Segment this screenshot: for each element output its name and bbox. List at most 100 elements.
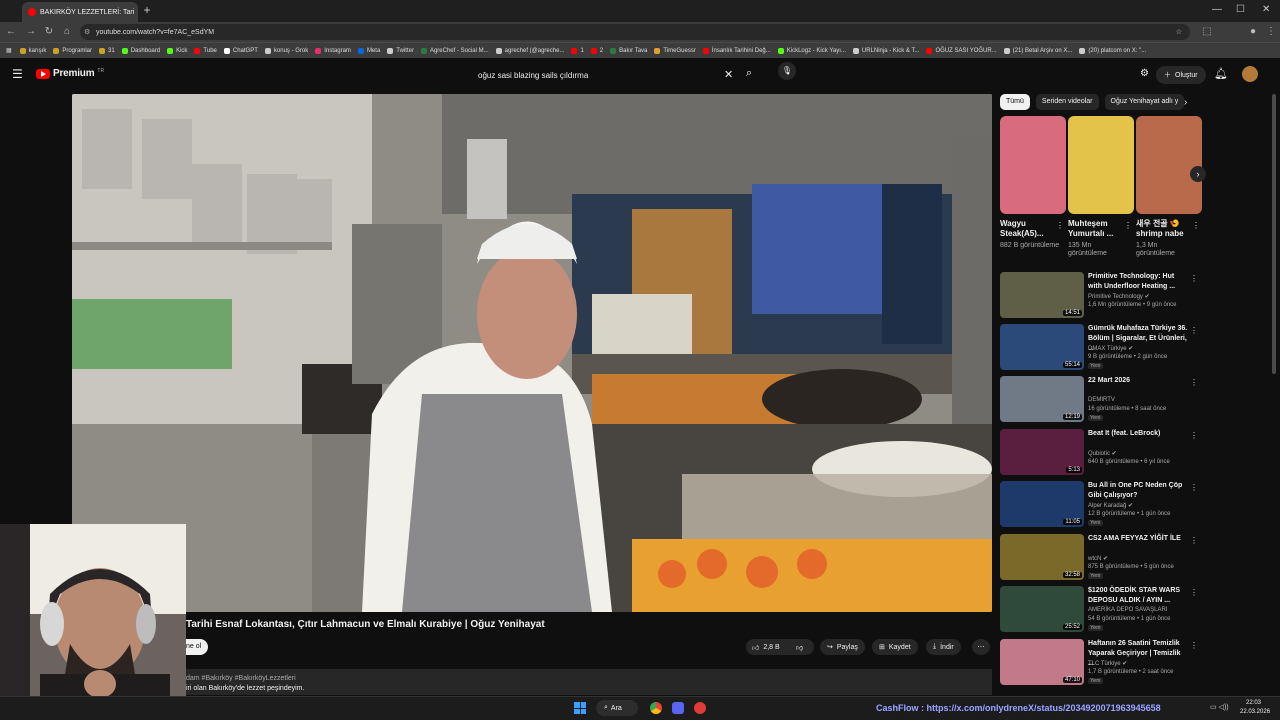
filter-chip[interactable]: Tümü: [1000, 94, 1030, 110]
browser-menu-icon[interactable]: ⋮: [1264, 26, 1278, 37]
bookmark-item[interactable]: İnsanlık Tarihini Değ...: [702, 47, 771, 54]
clock-date[interactable]: 22.03.2026: [1240, 709, 1270, 715]
bookmark-item[interactable]: agrechef (@agreche...: [495, 47, 564, 54]
minimize-icon[interactable]: —: [1212, 4, 1222, 15]
bookmark-item[interactable]: URLNinja - Kick & T...: [852, 47, 919, 54]
bookmark-item[interactable]: Tube: [194, 47, 217, 54]
reload-icon[interactable]: ↻: [42, 26, 56, 37]
bookmark-item[interactable]: Bakır Tava: [610, 47, 647, 54]
video-player[interactable]: [72, 94, 992, 612]
recommendation-thumbnail[interactable]: 12:19: [1000, 376, 1084, 422]
bookmark-item[interactable]: TimeGuessr: [654, 47, 696, 54]
bookmark-item[interactable]: karışık: [19, 47, 46, 54]
menu-icon[interactable]: ☰: [12, 67, 23, 81]
recommendation-channel[interactable]: TLC Türkiye ✔: [1088, 660, 1127, 667]
recommendation-item[interactable]: 11:05 Bu All in One PC Neden Çöp Gibi Çal…: [1000, 481, 1200, 529]
recommendation-item[interactable]: 5:13 Beat It (feat. LeBrock) Qubiotic ✔ 640…: [1000, 429, 1200, 477]
recommendation-more-icon[interactable]: ⋮: [1190, 431, 1198, 440]
short-thumbnail[interactable]: [1000, 116, 1066, 214]
site-info-icon[interactable]: ⚙: [84, 28, 90, 36]
browser-tab[interactable]: BAKIRKÖY LEZZETLERİ: Tari 🔊 ×: [22, 2, 138, 22]
bookmark-star-icon[interactable]: ☆: [1176, 28, 1182, 36]
home-icon[interactable]: ⌂: [60, 26, 74, 37]
bookmark-item[interactable]: (21) Betal Arşiv on X...: [1003, 47, 1072, 54]
recommendation-more-icon[interactable]: ⋮: [1190, 588, 1198, 597]
short-more-icon[interactable]: ⋮: [1056, 221, 1064, 230]
subscribe-button[interactable]: ne ol: [186, 639, 208, 655]
short-title[interactable]: Wagyu Steak(A5)...: [1000, 219, 1062, 239]
recommendation-item[interactable]: 32:58 CS2 AMA FEYYAZ YİĞİT İLE wtcN ✔ 875 B…: [1000, 534, 1200, 582]
recommendation-channel[interactable]: Qubiotic ✔: [1088, 450, 1117, 457]
bookmark-item[interactable]: AgreChef - Social M...: [420, 47, 489, 54]
recommendation-title[interactable]: CS2 AMA FEYYAZ YİĞİT İLE: [1088, 534, 1188, 544]
tray-icons[interactable]: ▭ ◁)): [1210, 703, 1229, 711]
create-button[interactable]: ＋ Oluştur: [1156, 66, 1206, 84]
bookmark-item[interactable]: Programlar: [53, 47, 92, 54]
new-tab-button[interactable]: +: [140, 3, 154, 17]
save-button[interactable]: ⊞ Kaydet: [872, 639, 918, 655]
bookmark-item[interactable]: 2: [590, 47, 603, 54]
search-icon[interactable]: ⌕: [746, 67, 752, 80]
short-title[interactable]: 새우 전골 🍤 shrimp nabe: [1136, 219, 1198, 239]
recommendation-more-icon[interactable]: ⋮: [1190, 536, 1198, 545]
bookmark-item[interactable]: Instagram: [315, 47, 351, 54]
bookmark-item[interactable]: Twitter: [387, 47, 414, 54]
recommendation-more-icon[interactable]: ⋮: [1190, 274, 1198, 283]
recommendation-thumbnail[interactable]: 32:58: [1000, 534, 1084, 580]
recommendation-title[interactable]: 22 Mart 2026: [1088, 376, 1188, 386]
bookmark-item[interactable]: 1: [571, 47, 584, 54]
app-taskbar-icon[interactable]: [694, 702, 706, 714]
recommendation-channel[interactable]: Primitive Technology ✔: [1088, 293, 1150, 300]
short-more-icon[interactable]: ⋮: [1192, 221, 1200, 230]
share-button[interactable]: ↪ Paylaş: [820, 639, 865, 655]
voice-search-icon[interactable]: 🎙︎: [778, 62, 796, 80]
extensions-icon[interactable]: ⬚: [1200, 26, 1214, 37]
recommendation-thumbnail[interactable]: 5:13: [1000, 429, 1084, 475]
taskbar-search[interactable]: ⌕ Ara: [596, 700, 638, 716]
recommendation-thumbnail[interactable]: 55:14: [1000, 324, 1084, 370]
shorts-next-icon[interactable]: ›: [1190, 166, 1206, 182]
bookmark-item[interactable]: konuş - Grok: [264, 47, 308, 54]
recommendation-more-icon[interactable]: ⋮: [1190, 641, 1198, 650]
account-avatar[interactable]: [1242, 66, 1258, 82]
short-more-icon[interactable]: ⋮: [1124, 221, 1132, 230]
profile-icon[interactable]: ●: [1246, 26, 1260, 37]
recommendation-thumbnail[interactable]: 25:52: [1000, 586, 1084, 632]
recommendation-more-icon[interactable]: ⋮: [1190, 483, 1198, 492]
close-window-icon[interactable]: ✕: [1262, 4, 1270, 15]
recommendation-channel[interactable]: DEMIRTV: [1088, 397, 1115, 403]
sidebar-scrollbar[interactable]: [1272, 94, 1276, 374]
recommendation-title[interactable]: Beat It (feat. LeBrock): [1088, 429, 1188, 439]
more-actions-button[interactable]: ⋯: [972, 639, 990, 655]
bookmark-item[interactable]: KickLogz - Kick Yayı...: [777, 47, 846, 54]
recommendation-item[interactable]: 25:52 $1200 ÖDEDİK STAR WARS DEPOSU ALDIK…: [1000, 586, 1200, 634]
recommendation-thumbnail[interactable]: 47:10: [1000, 639, 1084, 685]
download-button[interactable]: ⤓ İndir: [926, 639, 961, 655]
recommendation-item[interactable]: 12:19 22 Mart 2026 DEMIRTV 16 görüntüleme •…: [1000, 376, 1200, 424]
notifications-bell-icon[interactable]: 🔔︎: [1214, 67, 1228, 80]
apps-grid-icon[interactable]: ▦: [6, 47, 12, 54]
maximize-icon[interactable]: ☐: [1236, 4, 1245, 15]
short-title[interactable]: Muhteşem Yumurtalı ...: [1068, 219, 1130, 239]
clock-time[interactable]: 22:03: [1246, 700, 1261, 706]
bookmark-item[interactable]: Dashboard: [121, 47, 160, 54]
chips-next-icon[interactable]: ›: [1184, 97, 1187, 108]
filter-chip[interactable]: Oğuz Yenihayat adlı y: [1104, 94, 1185, 110]
recommendation-title[interactable]: $1200 ÖDEDİK STAR WARS DEPOSU ALDIK / AY…: [1088, 586, 1188, 606]
description-box[interactable]: dam #Bakırköy #BakırköyLezzetleri iri ol…: [186, 669, 992, 695]
dislike-button[interactable]: 👎︎: [790, 639, 814, 655]
url-input[interactable]: ⚙ youtube.com/watch?v=fe7AC_eSdYM ☆: [80, 24, 1190, 40]
discord-taskbar-icon[interactable]: [672, 702, 684, 714]
recommendation-more-icon[interactable]: ⋮: [1190, 378, 1198, 387]
windows-start-icon[interactable]: [574, 702, 586, 714]
clear-search-icon[interactable]: ✕: [724, 68, 733, 81]
recommendation-channel[interactable]: AMERİKA DEPO SAVAŞLARI: [1088, 607, 1167, 613]
bookmark-item[interactable]: ChatGPT: [223, 47, 258, 54]
recommendation-thumbnail[interactable]: 14:51: [1000, 272, 1084, 318]
recommendation-channel[interactable]: wtcN ✔: [1088, 555, 1108, 562]
forward-icon[interactable]: →: [24, 26, 38, 37]
chrome-taskbar-icon[interactable]: [650, 702, 662, 714]
recommendation-channel[interactable]: Alper Karadağ ✔: [1088, 502, 1133, 509]
bookmark-item[interactable]: 31: [99, 47, 115, 54]
bookmark-item[interactable]: Meta: [357, 47, 380, 54]
